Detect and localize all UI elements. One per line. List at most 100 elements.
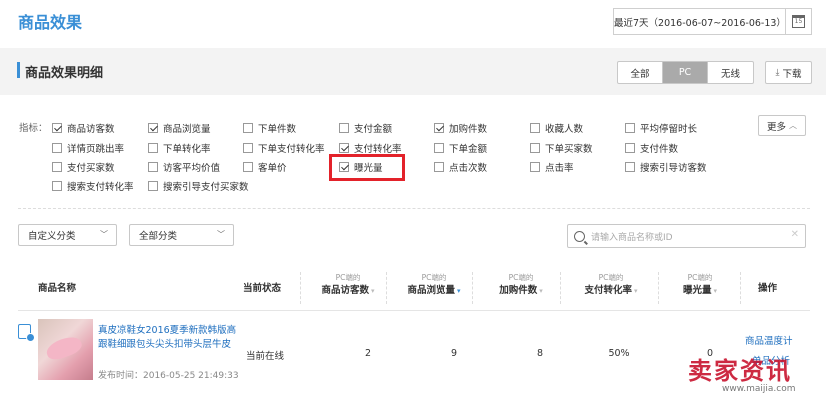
search-placeholder: 请输入商品名称或ID xyxy=(591,232,673,243)
metric-option[interactable]: 下单支付转化率 xyxy=(243,141,325,155)
checkbox[interactable] xyxy=(530,162,540,172)
metric-option[interactable]: 支付金额 xyxy=(339,121,392,135)
checkbox[interactable] xyxy=(52,143,62,153)
checkbox-checked[interactable] xyxy=(339,143,349,153)
metric-label: 下单买家数 xyxy=(545,144,593,155)
metric-option[interactable]: 搜索引导支付买家数 xyxy=(148,179,249,193)
more-label: 更多 xyxy=(766,121,786,133)
checkbox[interactable] xyxy=(243,162,253,172)
publish-time: 发布时间：2016-05-25 21:49:33 xyxy=(98,371,239,381)
section-accent-bar xyxy=(17,62,20,78)
metric-option[interactable]: 支付件数 xyxy=(625,141,678,155)
metric-option[interactable]: 下单转化率 xyxy=(148,141,211,155)
calendar-button[interactable]: 15 xyxy=(785,9,811,34)
metric-option[interactable]: 下单件数 xyxy=(243,121,296,135)
checkbox-checked[interactable] xyxy=(434,123,444,133)
metric-option[interactable]: 支付转化率 xyxy=(339,141,402,155)
metric-label: 下单金额 xyxy=(449,144,488,155)
checkbox[interactable] xyxy=(243,143,253,153)
metric-option[interactable]: 商品访客数 xyxy=(52,121,115,135)
checkbox[interactable] xyxy=(52,162,62,172)
column-divider xyxy=(386,272,387,304)
th-label: 加购件数 xyxy=(499,285,538,296)
th-pay-conversion[interactable]: PC端的 支付转化率 ▾ xyxy=(572,272,650,298)
date-range-label: 最近7天（2016-06-07~2016-06-13） xyxy=(614,17,786,29)
metric-option[interactable]: 详情页跳出率 xyxy=(52,141,124,155)
checkbox-checked[interactable] xyxy=(52,123,62,133)
metric-option[interactable]: 加购件数 xyxy=(434,121,487,135)
metric-option[interactable]: 搜索支付转化率 xyxy=(52,179,134,193)
more-metrics-button[interactable]: 更多 ︿ xyxy=(758,115,806,136)
metric-option[interactable]: 访客平均价值 xyxy=(148,160,220,174)
tab-all[interactable]: 全部 xyxy=(618,62,663,83)
metric-option[interactable]: 下单买家数 xyxy=(530,141,593,155)
custom-category-select[interactable]: 自定义分类 ﹀ xyxy=(18,224,117,246)
checkbox[interactable] xyxy=(148,162,158,172)
calendar-icon: 15 xyxy=(792,15,805,28)
th-label: 商品访客数 xyxy=(321,285,369,296)
checkbox[interactable] xyxy=(434,143,444,153)
th-pageviews[interactable]: PC端的 商品浏览量 ▾ xyxy=(398,272,470,298)
product-title-link[interactable]: 真皮凉鞋女2016夏季新款韩版高跟鞋细跟包头尖头扣带头层牛皮 xyxy=(98,324,240,352)
product-thumbnail[interactable] xyxy=(38,319,93,380)
chevron-down-icon: ﹀ xyxy=(100,230,108,239)
date-range-picker[interactable]: 最近7天（2016-06-07~2016-06-13） 15 xyxy=(613,8,812,35)
th-label: 曝光量 xyxy=(682,285,712,296)
metric-option[interactable]: 商品浏览量 xyxy=(148,121,211,135)
metric-label: 详情页跳出率 xyxy=(67,144,125,155)
checkbox[interactable] xyxy=(52,181,62,191)
metrics-label: 指标： xyxy=(19,123,48,134)
sort-icon[interactable]: ▾ xyxy=(371,287,375,295)
th-cart-items[interactable]: PC端的 加购件数 ▾ xyxy=(490,272,552,298)
th-status: 当前状态 xyxy=(243,283,282,294)
metric-label: 搜索引导支付买家数 xyxy=(163,182,249,193)
metric-label: 下单转化率 xyxy=(163,144,211,155)
download-button[interactable]: ⤓ 下载 xyxy=(765,61,812,84)
th-visitors[interactable]: PC端的 商品访客数 ▾ xyxy=(312,272,384,298)
th-label: 商品浏览量 xyxy=(407,285,455,296)
metric-label: 搜索引导访客数 xyxy=(640,163,707,174)
thermometer-link[interactable]: 商品温度计 xyxy=(745,333,793,347)
metric-option[interactable]: 搜索引导访客数 xyxy=(625,160,707,174)
checkbox[interactable] xyxy=(625,143,635,153)
sort-icon[interactable]: ▾ xyxy=(714,287,718,295)
product-search-input[interactable]: 请输入商品名称或ID ✕ xyxy=(567,224,806,248)
metric-option[interactable]: 下单金额 xyxy=(434,141,487,155)
all-category-value: 全部分类 xyxy=(139,231,178,242)
tab-pc[interactable]: PC xyxy=(663,62,708,83)
checkbox[interactable] xyxy=(243,123,253,133)
metric-option[interactable]: 收藏人数 xyxy=(530,121,583,135)
checkbox[interactable] xyxy=(625,162,635,172)
metric-label: 收藏人数 xyxy=(545,124,584,135)
checkbox[interactable] xyxy=(530,123,540,133)
checkbox-checked[interactable] xyxy=(148,123,158,133)
sort-icon[interactable]: ▾ xyxy=(539,287,543,295)
metric-label: 搜索支付转化率 xyxy=(67,182,134,193)
terminal-tabs: 全部 PC 无线 xyxy=(617,61,754,84)
th-exposure[interactable]: PC端的 曝光量 ▾ xyxy=(672,272,728,298)
metric-option[interactable]: 点击率 xyxy=(530,160,574,174)
metric-label: 加购件数 xyxy=(449,124,488,135)
column-divider xyxy=(472,272,473,304)
chevron-up-icon: ︿ xyxy=(789,121,797,130)
metric-option[interactable]: 支付买家数 xyxy=(52,160,115,174)
watermark-url: www.maijia.com xyxy=(722,384,796,394)
checkbox[interactable] xyxy=(434,162,444,172)
checkbox[interactable] xyxy=(148,181,158,191)
clear-icon[interactable]: ✕ xyxy=(791,229,799,240)
tab-wireless[interactable]: 无线 xyxy=(708,62,753,83)
th-product-name: 商品名称 xyxy=(38,283,77,294)
sort-icon[interactable]: ▾ xyxy=(634,287,638,295)
metric-option[interactable]: 客单价 xyxy=(243,160,287,174)
metric-label: 支付买家数 xyxy=(67,163,115,174)
checkbox[interactable] xyxy=(625,123,635,133)
sort-desc-icon[interactable]: ▾ xyxy=(457,287,461,295)
checkbox[interactable] xyxy=(530,143,540,153)
checkbox[interactable] xyxy=(339,123,349,133)
th-pc-prefix: PC端的 xyxy=(598,273,624,282)
all-category-select[interactable]: 全部分类 ﹀ xyxy=(129,224,234,246)
metric-option[interactable]: 点击次数 xyxy=(434,160,487,174)
metric-option[interactable]: 平均停留时长 xyxy=(625,121,697,135)
checkbox[interactable] xyxy=(148,143,158,153)
th-pc-prefix: PC端的 xyxy=(687,273,713,282)
